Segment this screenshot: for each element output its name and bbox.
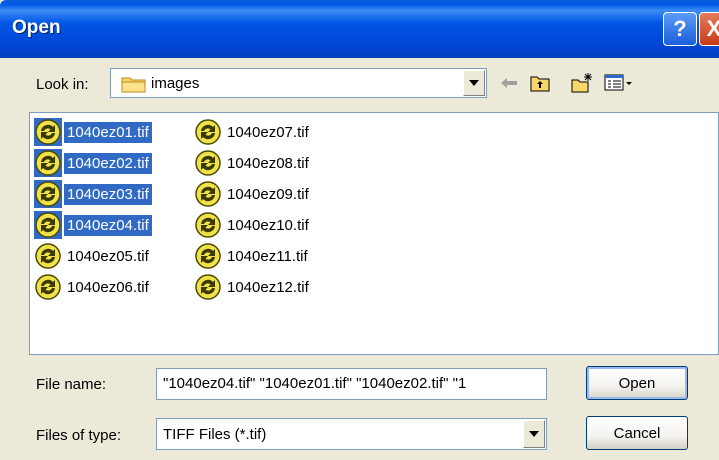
up-folder-icon: [530, 76, 550, 92]
file-item[interactable]: 1040ez07.tif: [194, 117, 312, 147]
filetype-dropdown[interactable]: TIFF Files (*.tif): [156, 418, 547, 450]
new-folder-button[interactable]: [570, 72, 594, 94]
file-name: 1040ez09.tif: [227, 185, 309, 203]
filetype-label: Files of type:: [36, 427, 122, 444]
tiff-file-icon: [34, 180, 62, 208]
file-name: 1040ez02.tif: [64, 152, 152, 174]
filetype-value: TIFF Files (*.tif): [163, 426, 267, 443]
file-item[interactable]: 1040ez12.tif: [194, 272, 312, 302]
file-item[interactable]: 1040ez04.tif: [34, 210, 152, 240]
file-item[interactable]: 1040ez10.tif: [194, 210, 312, 240]
lookin-dropdown-arrow[interactable]: [463, 70, 485, 96]
tiff-file-icon: [35, 274, 61, 300]
view-menu-icon: [604, 74, 632, 91]
folder-icon: [121, 77, 146, 93]
filename-input[interactable]: "1040ez04.tif" "1040ez01.tif" "1040ez02.…: [156, 368, 547, 400]
help-button[interactable]: ?: [663, 12, 697, 46]
file-item[interactable]: 1040ez11.tif: [194, 241, 311, 271]
back-button[interactable]: [497, 72, 521, 94]
file-list[interactable]: 1040ez01.tif 1040ez02.tif 1040ez03.tif 1040…: [29, 112, 719, 355]
file-item[interactable]: 1040ez09.tif: [194, 179, 312, 209]
file-name: 1040ez07.tif: [227, 123, 309, 141]
tiff-file-icon: [195, 243, 221, 269]
file-item[interactable]: 1040ez06.tif: [34, 272, 152, 302]
file-name: 1040ez08.tif: [227, 154, 309, 172]
file-name: 1040ez03.tif: [64, 183, 152, 205]
tiff-file-icon: [34, 211, 62, 239]
tiff-file-icon: [34, 118, 62, 146]
file-name: 1040ez01.tif: [64, 121, 152, 143]
chevron-down-icon: [469, 80, 479, 86]
file-item[interactable]: 1040ez05.tif: [34, 241, 152, 271]
lookin-dropdown[interactable]: images: [110, 68, 487, 98]
title-bar[interactable]: Open ? X: [0, 0, 719, 58]
filetype-dropdown-arrow[interactable]: [523, 420, 545, 448]
file-item[interactable]: 1040ez02.tif: [34, 148, 152, 178]
help-icon: ?: [673, 16, 687, 41]
tiff-file-icon: [35, 243, 61, 269]
file-item[interactable]: 1040ez08.tif: [194, 148, 312, 178]
tiff-file-icon: [195, 181, 221, 207]
chevron-down-icon: [529, 431, 539, 437]
file-item[interactable]: 1040ez03.tif: [34, 179, 152, 209]
file-name: 1040ez06.tif: [67, 278, 149, 296]
file-name: 1040ez04.tif: [64, 214, 152, 236]
lookin-label: Look in:: [36, 76, 89, 93]
file-item[interactable]: 1040ez01.tif: [34, 117, 152, 147]
file-name: 1040ez05.tif: [67, 247, 149, 265]
open-button[interactable]: Open: [586, 366, 688, 400]
close-button[interactable]: X: [699, 12, 719, 46]
back-arrow-icon: [501, 78, 517, 88]
new-folder-icon: [571, 73, 592, 93]
file-name: 1040ez12.tif: [227, 278, 309, 296]
close-icon: X: [706, 16, 719, 41]
tiff-file-icon: [195, 274, 221, 300]
up-folder-button[interactable]: [528, 72, 552, 94]
filename-label: File name:: [36, 376, 107, 393]
tiff-file-icon: [195, 150, 221, 176]
file-name: 1040ez10.tif: [227, 216, 309, 234]
tiff-file-icon: [195, 212, 221, 238]
tiff-file-icon: [195, 119, 221, 145]
view-menu-button[interactable]: [604, 72, 634, 94]
cancel-button[interactable]: Cancel: [586, 416, 688, 450]
tiff-file-icon: [34, 149, 62, 177]
lookin-value: images: [151, 75, 200, 92]
window-title: Open: [12, 17, 61, 38]
file-name: 1040ez11.tif: [227, 247, 308, 265]
